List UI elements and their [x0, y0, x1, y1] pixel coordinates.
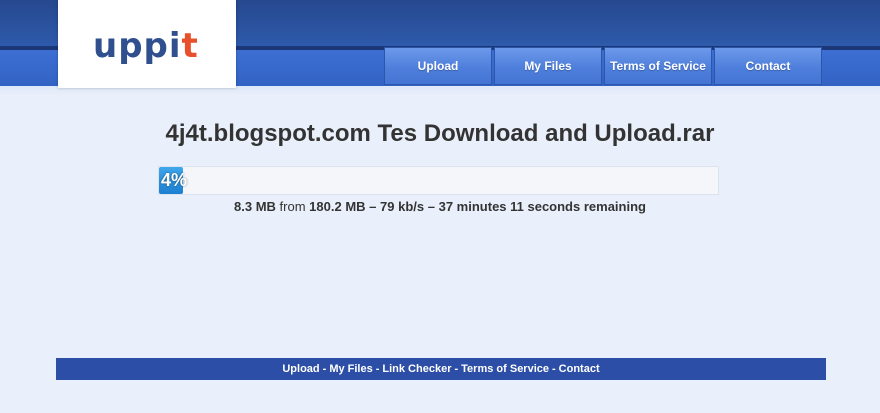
nav-upload[interactable]: Upload: [384, 47, 492, 85]
footer-separator: -: [552, 363, 556, 375]
progress-bar: 4%: [158, 166, 719, 195]
download-speed: 79 kb/s: [380, 199, 425, 214]
total-size: 180.2 MB: [309, 199, 366, 214]
from-label: from: [279, 199, 306, 214]
footer-link-link-checker[interactable]: Link Checker: [382, 363, 451, 375]
time-remaining: 37 minutes 11 seconds remaining: [438, 199, 646, 214]
footer: Upload - My Files - Link Checker - Terms…: [56, 358, 826, 380]
download-stats: 8.3 MB from 180.2 MB – 79 kb/s – 37 minu…: [0, 199, 880, 214]
file-title: 4j4t.blogspot.com Tes Download and Uploa…: [165, 120, 715, 147]
footer-link-my-files[interactable]: My Files: [329, 363, 372, 375]
stats-separator: –: [369, 199, 377, 214]
footer-separator: -: [375, 363, 380, 375]
logo-accent: t: [181, 26, 199, 66]
nav-contact[interactable]: Contact: [714, 47, 822, 85]
main-nav: Upload My Files Terms of Service Contact: [384, 47, 824, 85]
logo-text: uppi: [93, 26, 182, 66]
footer-link-upload[interactable]: Upload: [282, 363, 319, 375]
progress-percent: 4%: [161, 170, 188, 190]
downloaded-size: 8.3 MB: [234, 199, 276, 214]
footer-separator: -: [454, 363, 459, 375]
footer-separator: -: [322, 363, 327, 375]
footer-link-terms-of-service[interactable]: Terms of Service: [461, 363, 549, 375]
stats-separator: –: [427, 199, 435, 214]
logo[interactable]: uppit: [93, 26, 199, 66]
nav-terms-of-service[interactable]: Terms of Service: [604, 47, 712, 85]
nav-my-files[interactable]: My Files: [494, 47, 602, 85]
footer-link-contact[interactable]: Contact: [559, 363, 600, 375]
